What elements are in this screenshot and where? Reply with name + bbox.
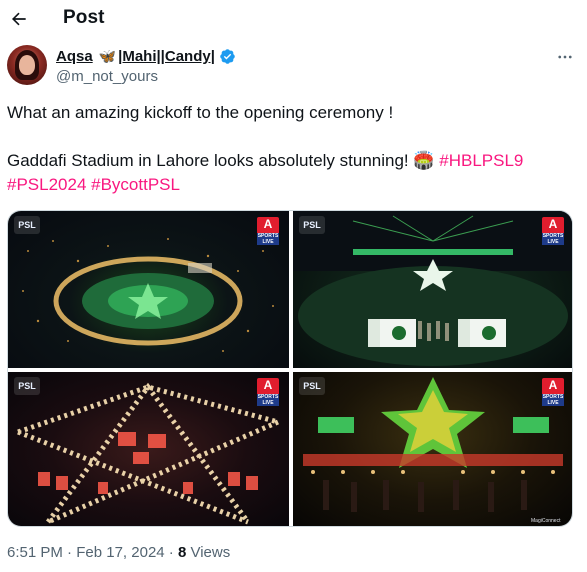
post-meta: 6:51 PM · Feb 17, 2024 · 8 Views [7, 544, 230, 561]
psl-logo: PSL [299, 377, 325, 395]
live-badge: A SPORTS LIVE [257, 378, 279, 406]
psl-logo: PSL [14, 377, 40, 395]
watermark: MagiConnect [531, 518, 561, 524]
live-badge-letter: A [548, 217, 558, 231]
live-badge-sub: SPORTS LIVE [542, 394, 564, 406]
hashtag-hblpsl9[interactable]: #HBLPSL9 [439, 151, 523, 170]
meta-separator: · [168, 544, 174, 561]
live-badge-letter: A [263, 378, 273, 392]
author-name-row[interactable]: Aqsa 🦋 |Mahi||Candy| [56, 48, 236, 65]
butterfly-emoji: 🦋 [98, 48, 117, 64]
author-name-part1[interactable]: Aqsa [56, 48, 93, 65]
page-title: Post [63, 7, 105, 28]
avatar-face [19, 55, 35, 75]
hashtag-bycottpsl[interactable]: #BycottPSL [91, 175, 180, 194]
author-name-part2[interactable]: |Mahi||Candy| [118, 48, 215, 65]
live-badge-letter: A [263, 217, 273, 231]
tweet-line-2: Gaddafi Stadium in Lahore looks absolute… [7, 149, 577, 198]
live-badge: A SPORTS LIVE [542, 378, 564, 406]
live-badge: A SPORTS LIVE [542, 217, 564, 245]
live-badge: A SPORTS LIVE [257, 217, 279, 245]
post-date[interactable]: Feb 17, 2024 [76, 544, 164, 561]
author-handle[interactable]: @m_not_yours [56, 68, 158, 85]
tweet-line-2-text: Gaddafi Stadium in Lahore looks absolute… [7, 150, 440, 170]
views-count: 8 [177, 544, 187, 561]
media-image-2[interactable]: PSL A SPORTS LIVE [293, 211, 572, 368]
live-badge-sub: SPORTS LIVE [542, 233, 564, 245]
more-horizontal-icon[interactable] [554, 47, 576, 67]
views-label: Views [190, 544, 231, 561]
psl-logo: PSL [299, 216, 325, 234]
avatar[interactable] [7, 45, 47, 85]
post-header: Post [0, 0, 587, 38]
meta-separator: · [67, 544, 73, 561]
media-image-1[interactable]: PSL A SPORTS LIVE [8, 211, 289, 368]
media-image-3[interactable]: PSL A SPORTS LIVE [8, 372, 289, 526]
psl-logo: PSL [14, 216, 40, 234]
verified-badge-icon [219, 48, 236, 65]
media-grid: PSL A SPORTS LIVE PSL A SPORTS LIVE PSL … [7, 210, 573, 527]
arrow-left-icon[interactable] [8, 8, 30, 30]
live-badge-sub: SPORTS LIVE [257, 233, 279, 245]
live-badge-sub: SPORTS LIVE [257, 394, 279, 406]
media-image-4[interactable]: MagiConnect PSL A SPORTS LIVE [293, 372, 572, 526]
hashtag-psl2024[interactable]: #PSL2024 [7, 175, 86, 194]
tweet-line-1: What an amazing kickoff to the opening c… [7, 103, 394, 122]
tweet-text: What an amazing kickoff to the opening c… [7, 101, 577, 198]
live-badge-letter: A [548, 378, 558, 392]
post-time[interactable]: 6:51 PM [7, 544, 63, 561]
